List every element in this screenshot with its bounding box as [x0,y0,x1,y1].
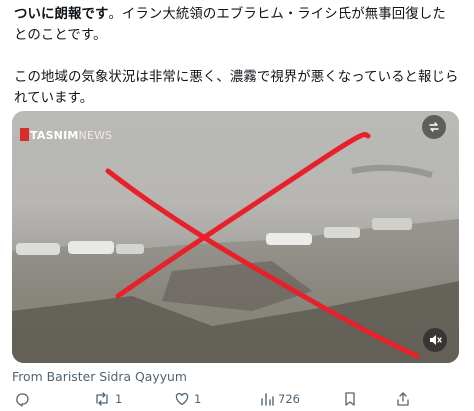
retweet-button[interactable]: 1 [93,388,122,410]
speaker-muted-icon [430,335,442,345]
share-icon [397,392,409,406]
views-count: 726 [278,392,300,406]
reply-button[interactable] [14,388,34,410]
tasnim-logo-mark [20,128,29,141]
share-button[interactable] [396,388,414,410]
heart-icon [175,392,189,406]
tweet-text: ついに朗報です。イラン大統領のエブラヒム・ライシ氏が無事回復した とのことです。 … [14,4,466,109]
tweet-paragraph-1: ついに朗報です。イラン大統領のエブラヒム・ライシ氏が無事回復した とのことです。 [14,4,466,46]
car-1 [16,243,60,255]
foggy-landscape-frame [12,111,459,363]
retweet-icon [96,392,108,406]
gif-toggle-button[interactable] [422,115,446,139]
views-chart-icon [261,393,274,406]
watermark-suffix: NEWS [78,129,113,142]
tasnim-news-watermark: TASNIMNEWS [30,129,112,142]
reply-icon [16,393,29,407]
watermark-brand: TASNIM [30,129,79,142]
bookmark-icon [345,392,355,406]
retweet-count: 1 [115,392,123,406]
car-4 [266,233,312,245]
tweet-action-bar: 1 1 726 [0,388,474,410]
like-count: 1 [194,392,202,406]
car-6 [372,218,412,230]
views-button[interactable]: 726 [260,388,300,410]
car-5 [324,227,360,238]
tweet-paragraph-2: この地域の気象状況は非常に悪く、濃霧で視界が悪くなっていると報じられています。 [14,70,459,106]
tweet-bold-lead: ついに朗報です [14,7,109,22]
like-button[interactable]: 1 [174,388,201,410]
car-3 [116,244,144,254]
bookmark-button[interactable] [343,388,361,410]
tweet-line1-rest: 。イラン大統領のエブラヒム・ライシ氏が無事回復した [108,7,446,22]
loop-icon [429,122,439,132]
car-2 [68,241,114,254]
video-attribution[interactable]: From Barister Sidra Qayyum [12,369,187,384]
video-player[interactable]: TASNIMNEWS [12,111,459,363]
mute-button[interactable] [423,328,447,352]
tweet-line2: とのことです。 [14,28,107,43]
